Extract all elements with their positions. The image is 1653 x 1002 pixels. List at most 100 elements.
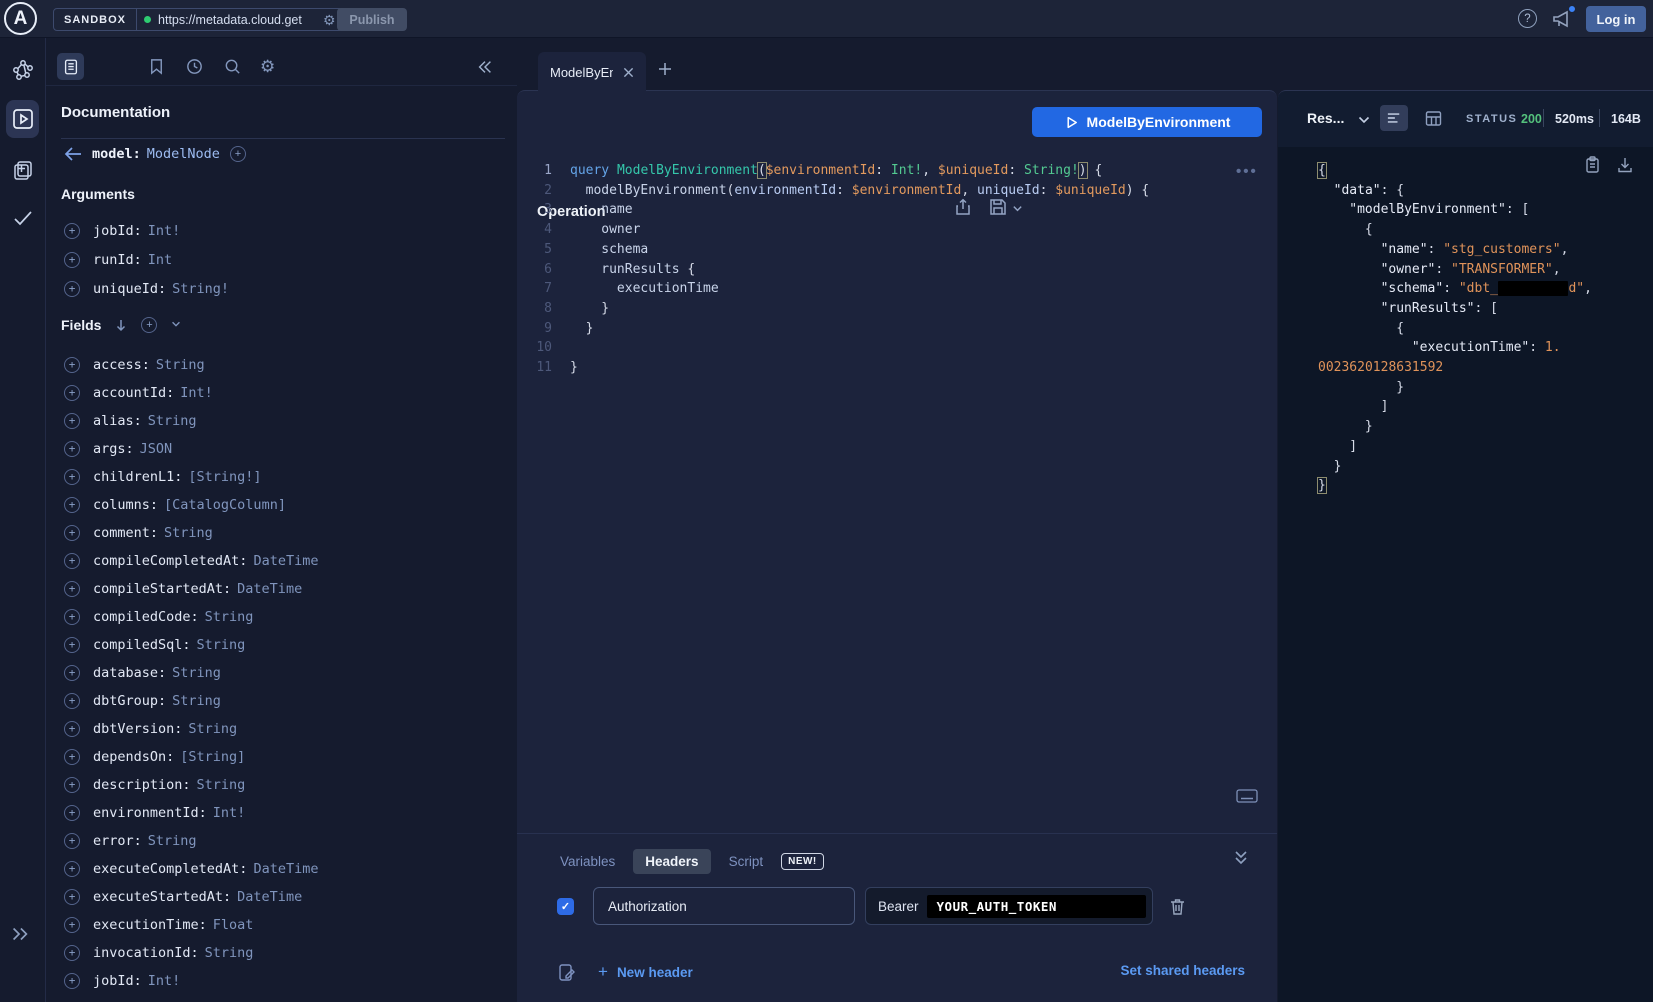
add-to-query-icon[interactable] [64,721,80,737]
collapse-secondary-icon[interactable] [1233,849,1249,867]
checks-rail-icon[interactable] [11,206,35,230]
add-to-query-icon[interactable] [64,609,80,625]
raw-view-toggle-icon[interactable] [1380,105,1408,131]
operation-tab[interactable]: ModelByEnvi... [538,52,646,92]
header-value-prefix: Bearer [878,899,919,914]
help-button[interactable]: ? [1518,9,1537,28]
schema-graph-icon[interactable] [11,58,35,82]
code-line: 3name [517,200,1267,220]
code-token: : [ [1506,202,1529,217]
field-type: String [156,357,205,373]
field-type: Int [148,252,172,268]
connection-status-dot [144,16,151,23]
add-to-query-icon[interactable] [64,525,80,541]
code-token: } [1334,459,1342,474]
add-to-query-icon[interactable] [64,413,80,429]
add-to-query-icon[interactable] [64,385,80,401]
field-name: executeStartedAt: [93,889,231,905]
login-button[interactable]: Log in [1586,6,1646,32]
add-to-query-icon[interactable] [64,945,80,961]
header-key-input[interactable] [593,887,855,925]
add-field-icon[interactable] [230,146,246,162]
add-to-query-icon[interactable] [64,281,80,297]
add-to-query-icon[interactable] [64,223,80,239]
add-to-query-icon[interactable] [64,497,80,513]
collections-rail-icon[interactable] [11,158,35,182]
code-token: "schema" [1381,281,1444,296]
tab-variables[interactable]: Variables [560,854,615,869]
field-name: environmentId: [93,805,207,821]
add-to-query-icon[interactable] [64,861,80,877]
secondary-divider [517,833,1277,834]
add-to-query-icon[interactable] [64,553,80,569]
field-type: String [205,609,254,625]
code-token: ( [758,163,766,178]
add-to-query-icon[interactable] [64,637,80,653]
auth-token-value[interactable]: YOUR_AUTH_TOKEN [927,895,1146,918]
publish-button[interactable]: Publish [337,8,407,31]
back-arrow-icon[interactable] [64,147,82,161]
search-icon[interactable] [223,57,242,76]
response-dropdown-chevron-icon[interactable] [1358,116,1370,125]
delete-header-icon[interactable] [1168,897,1187,916]
operation-tab-label: ModelByEnvi... [550,65,613,80]
add-to-query-icon[interactable] [64,581,80,597]
endpoint-url-field[interactable]: https://metadata.cloud.get ⚙ [137,9,343,30]
field-name: error: [93,833,142,849]
add-to-query-icon[interactable] [64,917,80,933]
keyboard-shortcuts-icon[interactable] [1236,789,1258,803]
connection-settings-gear-icon[interactable]: ⚙ [323,13,336,27]
add-to-query-icon[interactable] [64,749,80,765]
add-to-query-icon[interactable] [64,357,80,373]
field-name: compileStartedAt: [93,581,231,597]
code-token: schema [601,242,648,257]
close-tab-icon[interactable] [623,67,634,78]
add-to-query-icon[interactable] [64,469,80,485]
field-name: childrenL1: [93,469,182,485]
new-header-button[interactable]: + New header [598,962,693,982]
response-title[interactable]: Res... [1307,110,1344,126]
add-to-query-icon[interactable] [64,665,80,681]
field-name: compiledCode: [93,609,199,625]
doc-settings-gear-icon[interactable]: ⚙ [260,57,279,76]
add-to-query-icon[interactable] [64,805,80,821]
header-value-field[interactable]: Bearer YOUR_AUTH_TOKEN [865,887,1153,925]
table-view-toggle-icon[interactable] [1424,109,1443,128]
sort-fields-icon[interactable] [114,318,128,332]
endpoint-url-text[interactable]: https://metadata.cloud.get [158,13,316,27]
set-shared-headers-link[interactable]: Set shared headers [1120,963,1245,978]
header-enabled-checkbox[interactable] [557,898,574,915]
collapse-panel-icon[interactable] [476,58,495,77]
add-to-query-icon[interactable] [64,833,80,849]
add-to-query-icon[interactable] [64,889,80,905]
tab-script[interactable]: Script [729,854,764,869]
response-json[interactable]: {"data": {"modelByEnvironment": [{"name"… [1318,161,1649,496]
code-line: } [1318,457,1649,477]
expand-rail-icon[interactable] [9,923,33,947]
bookmark-icon[interactable] [147,57,166,76]
add-to-query-icon[interactable] [64,777,80,793]
code-line: { [1318,220,1649,240]
code-token: query [570,163,617,178]
documentation-tab-icon[interactable] [57,53,84,80]
history-icon[interactable] [185,57,204,76]
fields-options-chevron-icon[interactable] [170,318,184,332]
field-name: description: [93,777,191,793]
code-token: , [1561,242,1569,257]
doc-field-type[interactable]: ModelNode [147,146,220,162]
run-operation-button[interactable]: ModelByEnvironment [1032,107,1262,137]
add-to-query-icon[interactable] [64,252,80,268]
explorer-rail-icon[interactable] [11,107,35,131]
new-tab-button[interactable] [656,60,674,78]
add-to-query-icon[interactable] [64,693,80,709]
query-editor[interactable]: 1query ModelByEnvironment($environmentId… [517,161,1267,378]
tab-headers[interactable]: Headers [633,849,710,874]
edit-raw-headers-icon[interactable] [557,963,576,982]
apollo-logo-icon[interactable]: A [4,2,37,35]
add-to-query-icon[interactable] [64,441,80,457]
sandbox-badge: SANDBOX [54,9,137,30]
doc-panel-title: Documentation [61,104,170,121]
add-all-fields-icon[interactable] [141,317,157,333]
add-to-query-icon[interactable] [64,973,80,989]
field-name: compiledSql: [93,637,191,653]
